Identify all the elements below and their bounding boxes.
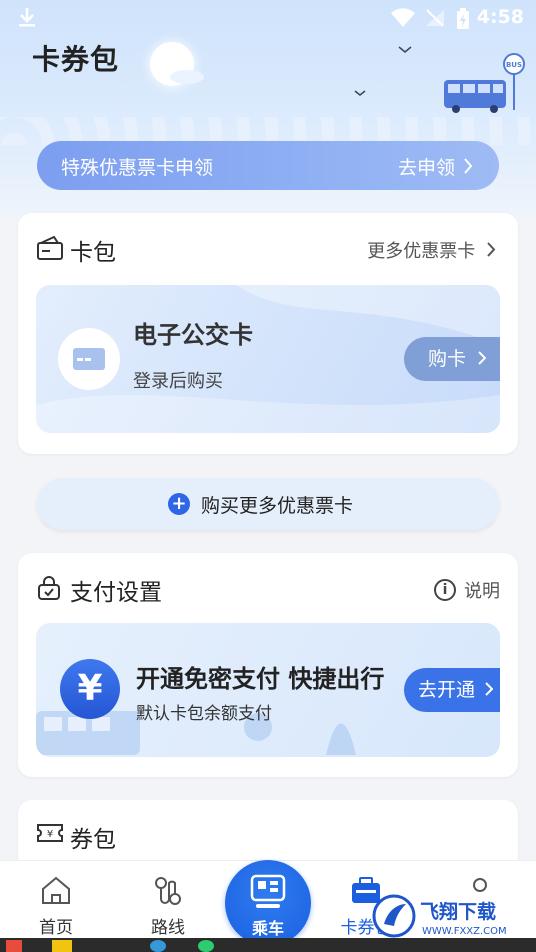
info-icon: i	[434, 579, 456, 601]
bird-icon	[354, 90, 366, 96]
status-bar: 4:58	[0, 0, 536, 36]
taskbar-app-icon	[6, 940, 22, 952]
cloud-decoration	[170, 70, 204, 84]
taskbar-app-icon	[52, 940, 72, 952]
watermark-url: WWW.FXXZ.COM	[422, 926, 507, 937]
card-subtitle: 登录后购买	[133, 371, 223, 392]
coupon-icon: ¥	[37, 824, 63, 842]
chevron-right-icon	[464, 158, 473, 174]
plus-icon: +	[168, 493, 190, 515]
battery-charging-icon	[457, 8, 469, 29]
ride-button[interactable]: 乘车	[225, 860, 311, 946]
apply-link[interactable]: 去申领	[398, 153, 455, 180]
help-link[interactable]: i 说明	[434, 577, 500, 603]
chevron-right-icon	[485, 682, 494, 696]
home-icon	[42, 876, 70, 904]
enable-payment-button[interactable]: 去开通	[404, 668, 500, 712]
buy-more-tickets-button[interactable]: + 购买更多优惠票卡	[37, 478, 499, 530]
lock-icon	[38, 576, 60, 600]
coupon-title: 券包	[70, 827, 116, 853]
bus-sign-text: BUS	[506, 61, 522, 69]
ride-label: 乘车	[251, 919, 284, 938]
buy-card-label: 购卡	[428, 348, 467, 370]
chevron-right-icon	[478, 351, 487, 365]
card-pack-title: 卡包	[70, 240, 116, 266]
bus-card-icon	[73, 348, 105, 370]
system-taskbar	[0, 938, 536, 952]
yuan-icon: ¥	[60, 659, 120, 719]
nav-home-label: 首页	[39, 918, 73, 938]
qr-bus-icon	[250, 874, 286, 908]
svg-text:¥: ¥	[47, 829, 53, 840]
help-label: 说明	[464, 581, 500, 602]
payment-subtitle: 默认卡包余额支付	[136, 704, 272, 724]
password-free-payment-card[interactable]: ¥ 开通免密支付 快捷出行 默认卡包余额支付 去开通	[36, 623, 500, 757]
special-ticket-banner[interactable]: 特殊优惠票卡申领 去申领	[37, 141, 499, 190]
banner-label: 特殊优惠票卡申领	[61, 157, 214, 179]
taskbar-app-icon	[150, 940, 166, 952]
electronic-bus-card[interactable]: 电子公交卡 登录后购买 购卡	[36, 285, 500, 433]
status-time: 4:58	[476, 6, 524, 28]
watermark-text: 飞翔下载	[420, 900, 496, 923]
bus-illustration-icon: BUS	[444, 53, 525, 113]
taskbar-app-icon	[198, 940, 214, 952]
wifi-icon	[391, 8, 415, 27]
chevron-right-icon	[487, 242, 496, 257]
card-pack-section: 卡包 更多优惠票卡 电子公交卡 登录后购买 购卡	[18, 213, 518, 454]
more-tickets-link[interactable]: 更多优惠票卡	[367, 237, 496, 263]
card-name: 电子公交卡	[133, 321, 253, 349]
buy-more-label: 购买更多优惠票卡	[201, 495, 354, 517]
card-pack-icon	[37, 235, 63, 260]
download-icon	[19, 8, 35, 27]
no-signal-icon	[426, 9, 444, 27]
buy-card-button[interactable]: 购卡	[404, 337, 500, 381]
nav-routes[interactable]: 路线	[128, 861, 208, 939]
watermark-badge-icon: 飞翔下载 WWW.FXXZ.COM	[372, 894, 507, 938]
watermark-logo: 飞翔下载 WWW.FXXZ.COM	[372, 890, 532, 940]
nav-home[interactable]: 首页	[16, 861, 96, 939]
bus-card-icon-bg	[58, 328, 120, 390]
enable-payment-label: 去开通	[418, 679, 476, 701]
nav-routes-label: 路线	[151, 918, 185, 938]
bird-icon	[398, 46, 412, 53]
payment-settings-section: 支付设置 i 说明 ¥ 开通免密支付 快捷出行 默认卡包余额支付 去开通	[18, 553, 518, 777]
payment-settings-title: 支付设置	[70, 580, 162, 606]
more-tickets-label: 更多优惠票卡	[367, 241, 476, 262]
page-title: 卡券包	[32, 43, 120, 76]
payment-headline: 开通免密支付 快捷出行	[136, 665, 385, 693]
route-icon	[155, 877, 181, 905]
